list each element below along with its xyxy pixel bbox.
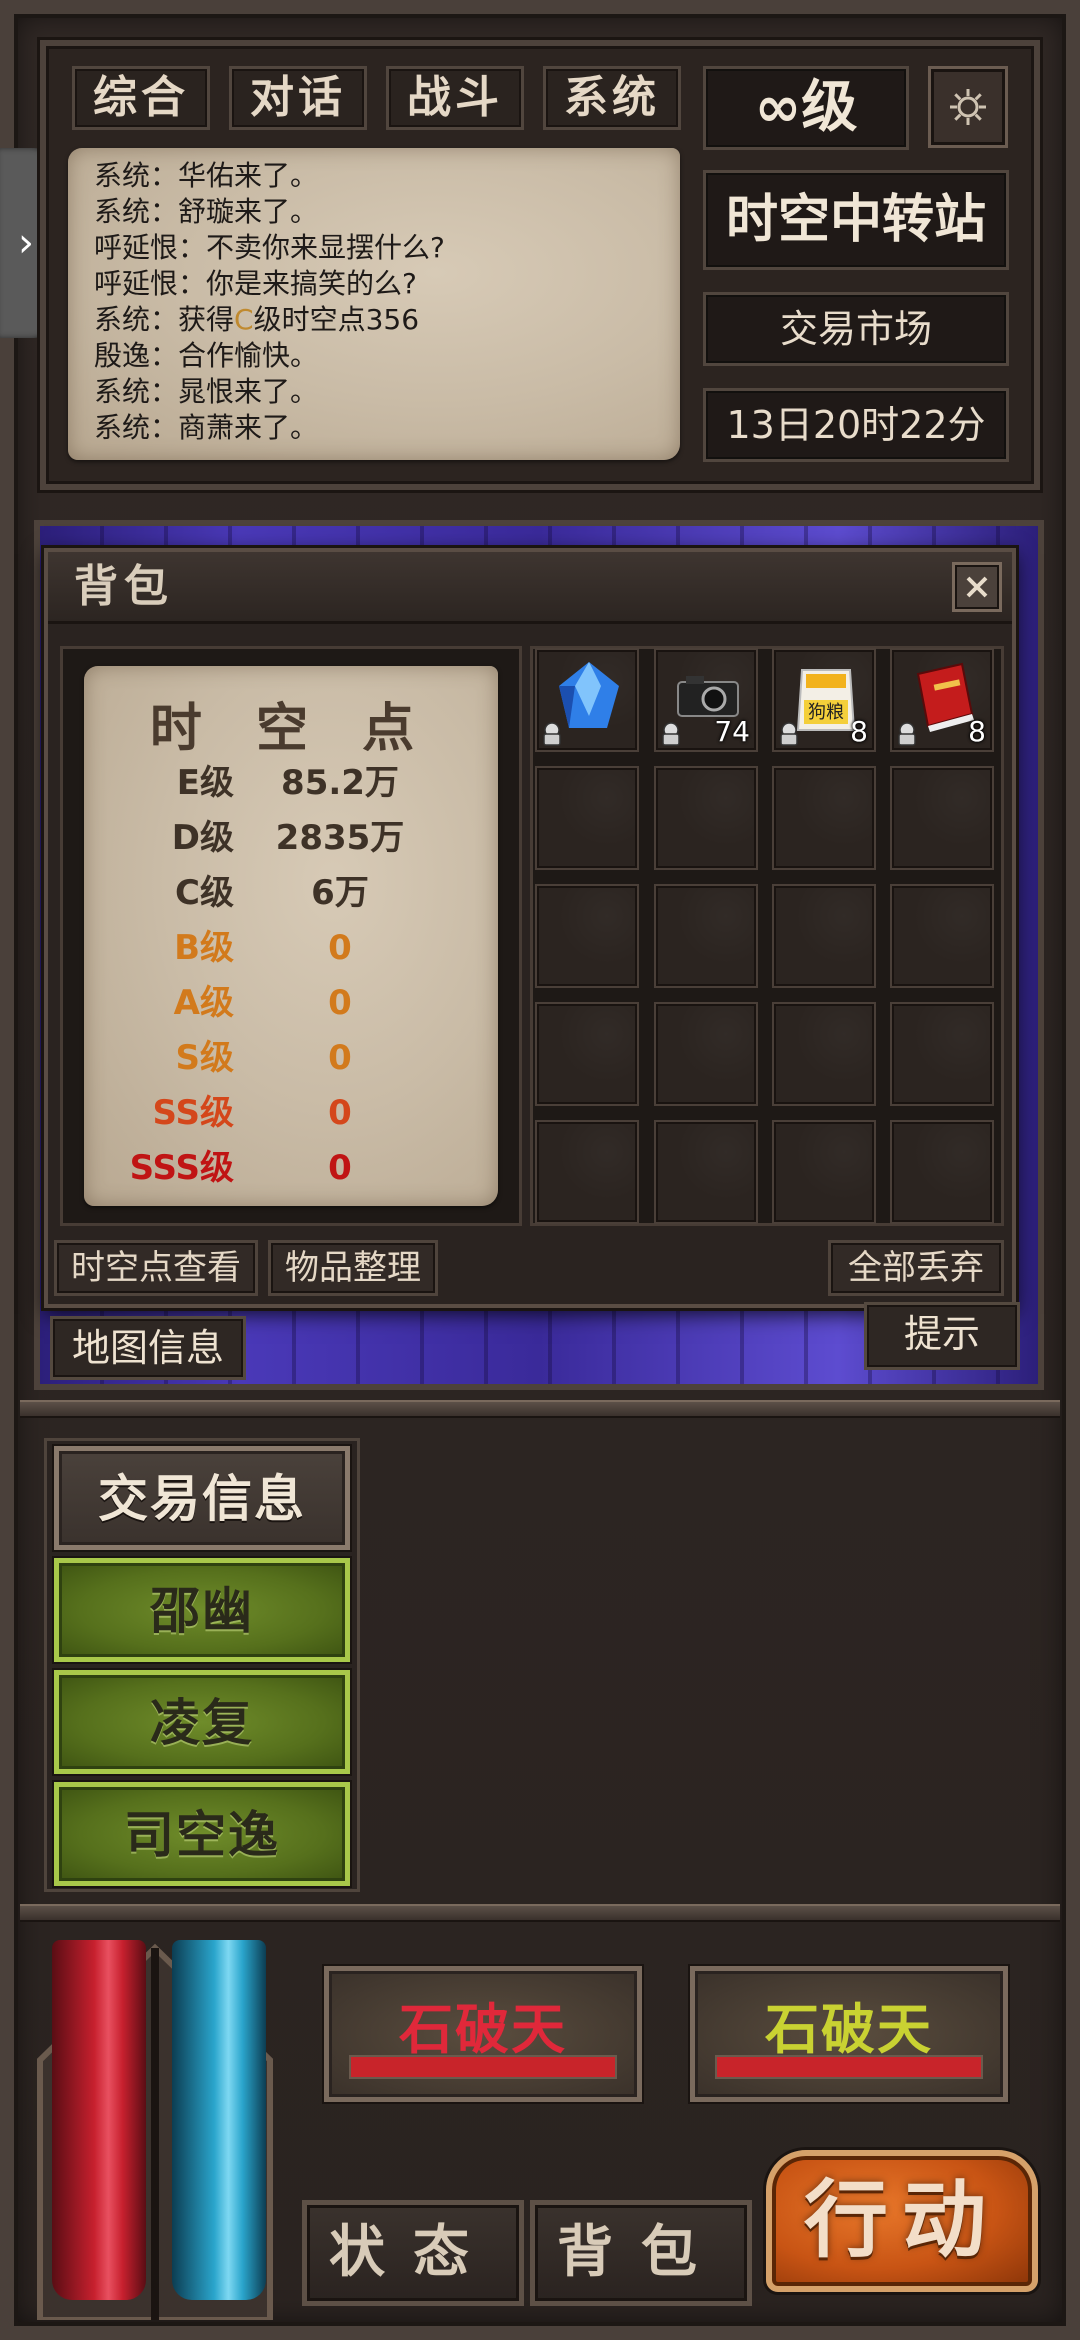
bag-tab[interactable]: 背包 — [530, 2200, 752, 2306]
game-time: 13日20时22分 — [703, 388, 1009, 462]
grade-label: SS级 — [152, 1093, 234, 1133]
chat-line: 呼延恨：你是来搞笑的么? — [94, 267, 417, 300]
empty-slot[interactable] — [772, 766, 876, 870]
time-point-row: E级 85.2万 — [84, 756, 498, 811]
grade-value: 0 — [328, 1093, 352, 1133]
grade-label: C级 — [175, 873, 234, 913]
settings-button[interactable] — [928, 66, 1008, 148]
gear-icon — [950, 89, 986, 125]
hint-button[interactable]: 提示 — [864, 1302, 1020, 1370]
time-point-row: C级 6万 — [84, 866, 498, 921]
lock-icon — [778, 722, 800, 746]
item-slot[interactable]: 8 — [890, 648, 994, 752]
enemy-name: 石破天 — [765, 1998, 933, 2061]
chat-line: 系统：获得C级时空点356 — [94, 303, 420, 336]
tab-dialog[interactable]: 对话 — [229, 66, 367, 130]
chevron-right-icon: › — [18, 220, 34, 266]
item-quantity: 8 — [968, 715, 986, 748]
grade-value: 85.2万 — [281, 763, 399, 803]
time-point-row: A级 0 — [84, 976, 498, 1031]
empty-slot[interactable] — [654, 766, 758, 870]
npc-button[interactable]: 司空逸 — [54, 1782, 350, 1886]
market-button[interactable]: 交易市场 — [703, 292, 1009, 366]
time-point-row: S级 0 — [84, 1031, 498, 1086]
chat-log[interactable]: 系统：华佑来了。 系统：舒璇来了。 呼延恨：不卖你来显摆什么? 呼延恨：你是来搞… — [68, 148, 680, 460]
divider — [20, 1400, 1060, 1418]
empty-slot[interactable] — [535, 884, 639, 988]
hp-vial — [52, 1940, 146, 2300]
empty-slot[interactable] — [654, 1002, 758, 1106]
map-info-button[interactable]: 地图信息 — [50, 1316, 246, 1380]
lock-icon — [660, 722, 682, 746]
grade-value: 0 — [328, 1148, 352, 1188]
npc-button[interactable]: 邵幽 — [54, 1558, 350, 1662]
backpack-title: 背包 — [48, 552, 1012, 624]
chat-line: 系统：舒璇来了。 — [94, 195, 319, 228]
item-slot[interactable]: 74 — [654, 648, 758, 752]
close-icon — [966, 576, 988, 598]
time-point-row: D级 2835万 — [84, 811, 498, 866]
discard-all-button[interactable]: 全部丢弃 — [828, 1240, 1004, 1296]
grade-label: SSS级 — [129, 1148, 234, 1188]
npc-button[interactable]: 凌复 — [54, 1670, 350, 1774]
lock-icon — [896, 722, 918, 746]
tab-all[interactable]: 综合 — [72, 66, 210, 130]
grade-label: S级 — [175, 1038, 235, 1078]
empty-slot[interactable] — [890, 884, 994, 988]
lock-icon — [541, 722, 563, 746]
view-points-button[interactable]: 时空点查看 — [54, 1240, 258, 1296]
sort-items-button[interactable]: 物品整理 — [268, 1240, 438, 1296]
empty-slot[interactable] — [654, 1120, 758, 1224]
tab-battle[interactable]: 战斗 — [386, 66, 524, 130]
enemy-card[interactable]: 石破天 — [324, 1966, 642, 2102]
action-button[interactable]: 行动 — [766, 2150, 1038, 2292]
grade-value: 6万 — [311, 873, 369, 913]
time-points-sheet: 时 空 点 E级 85.2万 D级 2835万 C级 6万 B级 0 A级 0 S级 0 SS级 0 SSS… — [84, 666, 498, 1206]
empty-slot[interactable] — [890, 1002, 994, 1106]
grade-value: 2835万 — [275, 818, 405, 858]
location-title: 时空中转站 — [703, 170, 1009, 270]
empty-slot[interactable] — [772, 1120, 876, 1224]
mp-vial — [172, 1940, 266, 2300]
time-point-row: B级 0 — [84, 921, 498, 976]
status-tab[interactable]: 状态 — [302, 2200, 524, 2306]
chat-line: 殷逸：合作愉快。 — [94, 339, 319, 372]
chat-line: 系统：晁恨来了。 — [94, 375, 319, 408]
enemy-card[interactable]: 石破天 — [690, 1966, 1008, 2102]
empty-slot[interactable] — [654, 884, 758, 988]
divider — [20, 1904, 1060, 1922]
item-quantity: 74 — [714, 715, 750, 748]
chat-line: 系统：商萧来了。 — [94, 411, 319, 444]
empty-slot[interactable] — [772, 884, 876, 988]
player-level: ∞级 — [703, 66, 909, 150]
empty-slot[interactable] — [772, 1002, 876, 1106]
grade-label: D级 — [171, 818, 234, 858]
empty-slot[interactable] — [535, 1002, 639, 1106]
empty-slot[interactable] — [535, 766, 639, 870]
grade-label: A级 — [173, 983, 234, 1023]
grade-label: B级 — [174, 928, 234, 968]
empty-slot[interactable] — [890, 766, 994, 870]
empty-slot[interactable] — [535, 1120, 639, 1224]
item-quantity: 8 — [850, 715, 868, 748]
time-point-row: SS级 0 — [84, 1086, 498, 1141]
tab-system[interactable]: 系统 — [543, 66, 681, 130]
grade-value: 0 — [328, 1038, 352, 1078]
enemy-name: 石破天 — [399, 1998, 567, 2061]
enemy-hp-bar — [715, 2055, 983, 2079]
chat-line: 系统：华佑来了。 — [94, 159, 319, 192]
empty-slot[interactable] — [890, 1120, 994, 1224]
close-button[interactable] — [952, 562, 1002, 612]
grade-label: E级 — [176, 763, 234, 803]
time-point-row: SSS级 0 — [84, 1141, 498, 1196]
bag-label: 狗粮 — [808, 702, 844, 723]
grade-value: 0 — [328, 928, 352, 968]
item-slot[interactable]: 狗粮 8 — [772, 648, 876, 752]
enemy-hp-bar — [349, 2055, 617, 2079]
chat-line: 呼延恨：不卖你来显摆什么? — [94, 231, 445, 264]
time-points-title: 时 空 点 — [149, 699, 433, 759]
item-slot[interactable] — [535, 648, 639, 752]
trade-info-button[interactable]: 交易信息 — [54, 1446, 350, 1550]
grade-value: 0 — [328, 983, 352, 1023]
